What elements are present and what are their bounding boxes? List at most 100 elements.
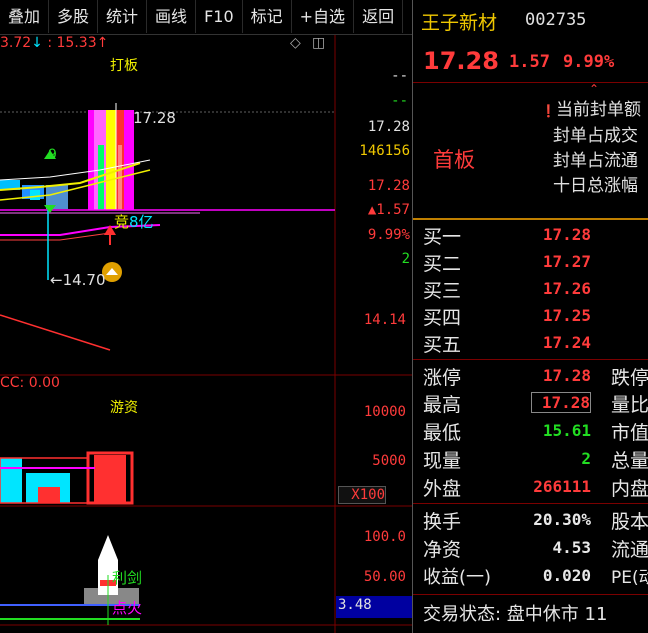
- stat2-label: 换手: [423, 511, 462, 533]
- info-icon: ❗: [541, 104, 556, 118]
- stat-label: 涨停: [423, 367, 462, 389]
- toolbar-draw-line-button[interactable]: 画线: [147, 0, 197, 33]
- bid-price: 17.26: [542, 279, 591, 298]
- toolbar-overlay-button[interactable]: 叠加: [0, 0, 50, 33]
- stat2-right-label: PE(动: [611, 568, 648, 588]
- stat-label: 外盘: [423, 478, 462, 500]
- bid-price: 17.27: [542, 252, 591, 271]
- price-high-label: 17.28: [133, 109, 176, 127]
- stat-right-label: 内盘: [611, 478, 648, 500]
- stat-row: 最高 17.28 量比: [413, 390, 648, 417]
- price-change-pct: 9.99%: [563, 52, 615, 72]
- bid-row[interactable]: 买五 17.24: [413, 330, 648, 357]
- bid-row[interactable]: 买三 17.26: [413, 276, 648, 303]
- axis-r8: 2: [401, 251, 410, 267]
- bid-label: 买五: [423, 334, 462, 356]
- axis-r14: 50.00: [363, 569, 406, 585]
- collapse-up-icon[interactable]: ⌃: [589, 82, 599, 96]
- chart-header-value-a: 3.72: [0, 35, 32, 51]
- bid-price: 17.28: [542, 225, 591, 244]
- axis-r12: X100: [338, 486, 386, 504]
- stat-value: 17.28: [531, 392, 591, 413]
- count-label: 9: [48, 147, 57, 163]
- stat-label: 最低: [423, 422, 462, 444]
- toolbar-back-button[interactable]: 返回: [354, 0, 404, 33]
- axis-r10: 10000: [363, 404, 406, 420]
- stat2-label: 收益(一): [423, 567, 492, 588]
- stock-code: 002735: [525, 10, 587, 30]
- stat-row: 外盘 266111 内盘: [413, 474, 648, 501]
- chart-header-values: 3.72↓ : 15.33↑: [0, 35, 108, 51]
- axis-r7: 9.99%: [367, 227, 410, 243]
- axis-r4: 146156: [359, 143, 410, 159]
- volume-panel-label: CC: 0.00: [0, 375, 60, 391]
- stat-value: 266111: [533, 477, 591, 496]
- axis-r1: --: [391, 68, 408, 84]
- stat-label: 最高: [423, 394, 462, 416]
- axis-r3: 17.28: [367, 119, 410, 135]
- bid-row[interactable]: 买四 17.25: [413, 303, 648, 330]
- toolbar-add-watchlist-button[interactable]: +自选: [292, 0, 355, 33]
- stat2-label: 净资: [423, 539, 462, 561]
- stat2-row: 换手 20.30% 股本: [413, 507, 648, 534]
- current-price: 17.28: [423, 47, 499, 75]
- stat2-value: 4.53: [552, 538, 591, 557]
- toolbar-stats-button[interactable]: 统计: [98, 0, 148, 33]
- seal-line: ❗当前封单额: [541, 100, 641, 120]
- window-toggle-icon[interactable]: ◫: [312, 35, 325, 51]
- stat2-value: 20.30%: [533, 510, 591, 529]
- stat-value: 15.61: [542, 421, 591, 440]
- divider: [413, 82, 648, 83]
- status-tag: 首板: [433, 148, 475, 172]
- stat-value: 2: [581, 449, 591, 468]
- axis-r5: 17.28: [367, 178, 410, 194]
- divider: [413, 218, 648, 220]
- stat2-value: 0.020: [542, 566, 591, 585]
- amount-label-group: 竞8亿: [114, 211, 154, 232]
- axis-r15: 3.48: [338, 597, 372, 613]
- divider: [413, 359, 648, 360]
- trade-status: 交易状态: 盘中休市 11: [423, 604, 608, 625]
- stat-value: 17.28: [542, 366, 591, 385]
- divider: [413, 503, 648, 504]
- stat2-row: 净资 4.53 流通: [413, 535, 648, 562]
- price-low-label: 14.70: [62, 271, 106, 289]
- toolbar-multi-stock-button[interactable]: 多股: [49, 0, 99, 33]
- axis-r11: 5000: [372, 453, 406, 469]
- amount-prefix: 竞: [114, 213, 130, 231]
- chart-strategy-label: 打板: [110, 58, 138, 74]
- seal-info: ❗当前封单额 封单占成交 封单占流通 十日总涨幅: [541, 98, 641, 199]
- stat2-right-label: 股本: [611, 511, 648, 533]
- stock-name: 王子新材: [421, 12, 498, 34]
- toolbar-mark-button[interactable]: 标记: [243, 0, 292, 33]
- bid-price: 17.24: [542, 333, 591, 352]
- left-arrow-icon: ←: [50, 271, 63, 289]
- quote-panel: 王子新材 002735 17.28 1.57 9.99% ⌃ 首板 ❗当前封单额…: [412, 0, 648, 633]
- divider: [413, 594, 648, 595]
- chart-area[interactable]: 3.72↓ : 15.33↑ ◇ ◫ 打板 17.28 9 竞8亿 ←14.70…: [0, 35, 412, 633]
- stat-right-label: 市值: [611, 422, 648, 444]
- price-low-group: ←14.70: [50, 271, 106, 289]
- diamond-icon[interactable]: ◇: [290, 35, 301, 51]
- price-change: 1.57: [509, 52, 550, 72]
- stat-right-label: 量比: [611, 394, 648, 416]
- chart-header-value-b: : 15.33: [47, 35, 97, 51]
- stat-row: 涨停 17.28 跌停: [413, 363, 648, 390]
- stat-row: 最低 15.61 市值: [413, 418, 648, 445]
- indicator-label-ignite: 点火: [112, 599, 143, 617]
- stat-row: 现量 2 总量: [413, 446, 648, 473]
- stat2-right-label: 流通: [611, 539, 648, 561]
- axis-r2: --: [391, 93, 408, 109]
- bid-row[interactable]: 买一 17.28: [413, 222, 648, 249]
- amount-label: 8亿: [129, 213, 154, 231]
- bid-price: 17.25: [542, 306, 591, 325]
- seal-line: 封单占流通: [553, 151, 638, 171]
- seal-line: 十日总涨幅: [553, 176, 638, 196]
- bid-row[interactable]: 买二 17.27: [413, 249, 648, 276]
- bid-label: 买二: [423, 253, 462, 275]
- seal-line: 封单占成交: [553, 126, 638, 146]
- toolbar-f10-button[interactable]: F10: [196, 0, 243, 33]
- axis-r9: 14.14: [363, 312, 406, 328]
- bid-label: 买一: [423, 226, 462, 248]
- volume-panel-title: 游资: [110, 400, 138, 416]
